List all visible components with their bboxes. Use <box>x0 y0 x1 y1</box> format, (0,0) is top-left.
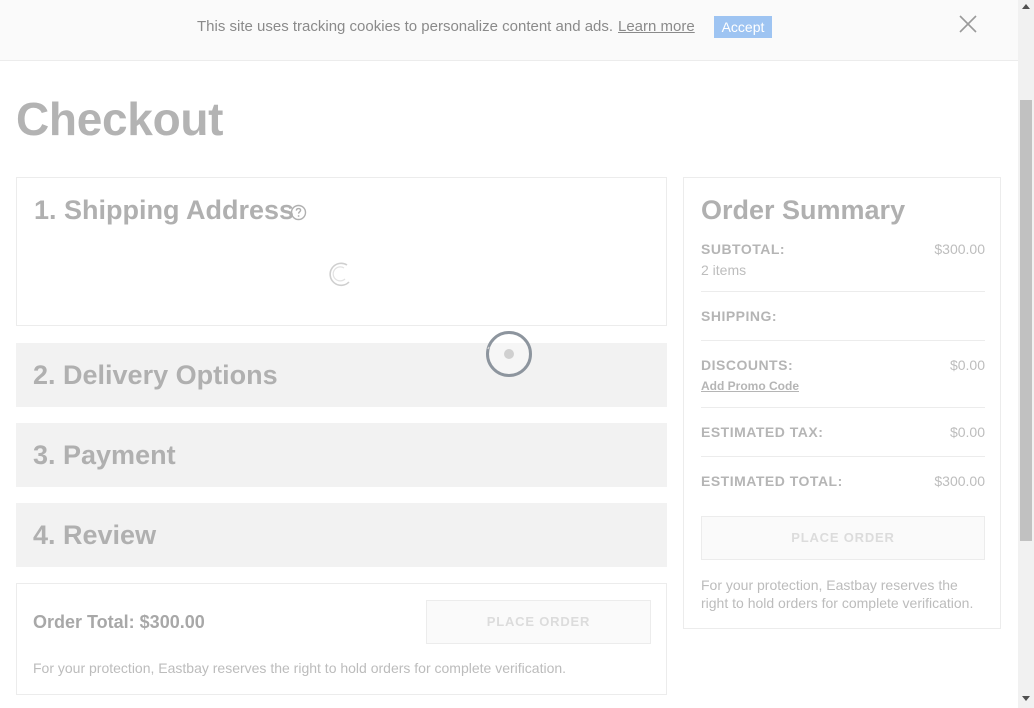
items-count: 2 items <box>701 262 747 278</box>
summary-protection-notice: For your protection, Eastbay reserves th… <box>701 577 974 611</box>
page-title: Checkout <box>16 93 224 145</box>
payment-title: 3. Payment <box>33 440 176 470</box>
accept-cookies-button[interactable]: Accept <box>714 16 772 38</box>
learn-more-link[interactable]: Learn more <box>618 18 695 35</box>
order-total-label: Order Total: $300.00 <box>33 612 205 632</box>
summary-place-order-button[interactable]: PLACE ORDER <box>701 516 985 560</box>
order-summary-panel: Order Summary SUBTOTAL: $300.00 2 items … <box>683 177 1001 629</box>
estimated-tax-value: $0.00 <box>949 424 985 440</box>
divider <box>701 340 985 341</box>
estimated-tax-label: ESTIMATED TAX: <box>701 424 824 440</box>
cookie-message: This site uses tracking cookies to perso… <box>197 18 614 35</box>
subtotal-label: SUBTOTAL: <box>701 241 786 257</box>
vertical-scrollbar[interactable] <box>1018 0 1034 708</box>
subtotal-value: $300.00 <box>934 241 985 257</box>
cookie-banner: This site uses tracking cookies to perso… <box>0 0 1018 61</box>
scroll-up-arrow-icon[interactable] <box>1022 4 1030 9</box>
divider <box>701 456 985 457</box>
order-summary-title: Order Summary <box>701 195 906 225</box>
shipping-row: SHIPPING: <box>701 308 985 328</box>
review-section[interactable]: 4. Review <box>16 503 667 567</box>
add-promo-code-link[interactable]: Add Promo Code <box>701 379 799 393</box>
order-total-panel: Order Total: $300.00 PLACE ORDER For you… <box>16 583 667 695</box>
estimated-total-label: ESTIMATED TOTAL: <box>701 473 843 489</box>
loading-spinner-icon <box>484 330 534 380</box>
protection-notice: For your protection, Eastbay reserves th… <box>33 660 567 676</box>
shipping-address-title: 1. Shipping Address <box>34 195 295 225</box>
discounts-row: DISCOUNTS: $0.00 Add Promo Code <box>701 357 985 397</box>
divider <box>701 291 985 292</box>
estimated-total-value: $300.00 <box>934 473 985 489</box>
scroll-down-arrow-icon[interactable] <box>1022 696 1030 701</box>
tax-row: ESTIMATED TAX: $0.00 <box>701 424 985 444</box>
scroll-thumb[interactable] <box>1020 100 1032 541</box>
place-order-button[interactable]: PLACE ORDER <box>426 600 651 644</box>
review-title: 4. Review <box>33 520 157 550</box>
loading-spinner-icon <box>327 260 355 288</box>
total-row: ESTIMATED TOTAL: $300.00 <box>701 473 985 493</box>
shipping-address-section: 1. Shipping Address <box>16 177 667 326</box>
delivery-options-section[interactable]: 2. Delivery Options <box>16 343 667 407</box>
discounts-value: $0.00 <box>949 357 985 373</box>
delivery-options-title: 2. Delivery Options <box>33 360 278 390</box>
shipping-label: SHIPPING: <box>701 308 778 324</box>
payment-section[interactable]: 3. Payment <box>16 423 667 487</box>
help-icon[interactable] <box>290 204 307 221</box>
subtotal-row: SUBTOTAL: $300.00 2 items <box>701 241 985 281</box>
divider <box>701 407 985 408</box>
close-icon[interactable] <box>956 12 980 36</box>
discounts-label: DISCOUNTS: <box>701 357 794 373</box>
